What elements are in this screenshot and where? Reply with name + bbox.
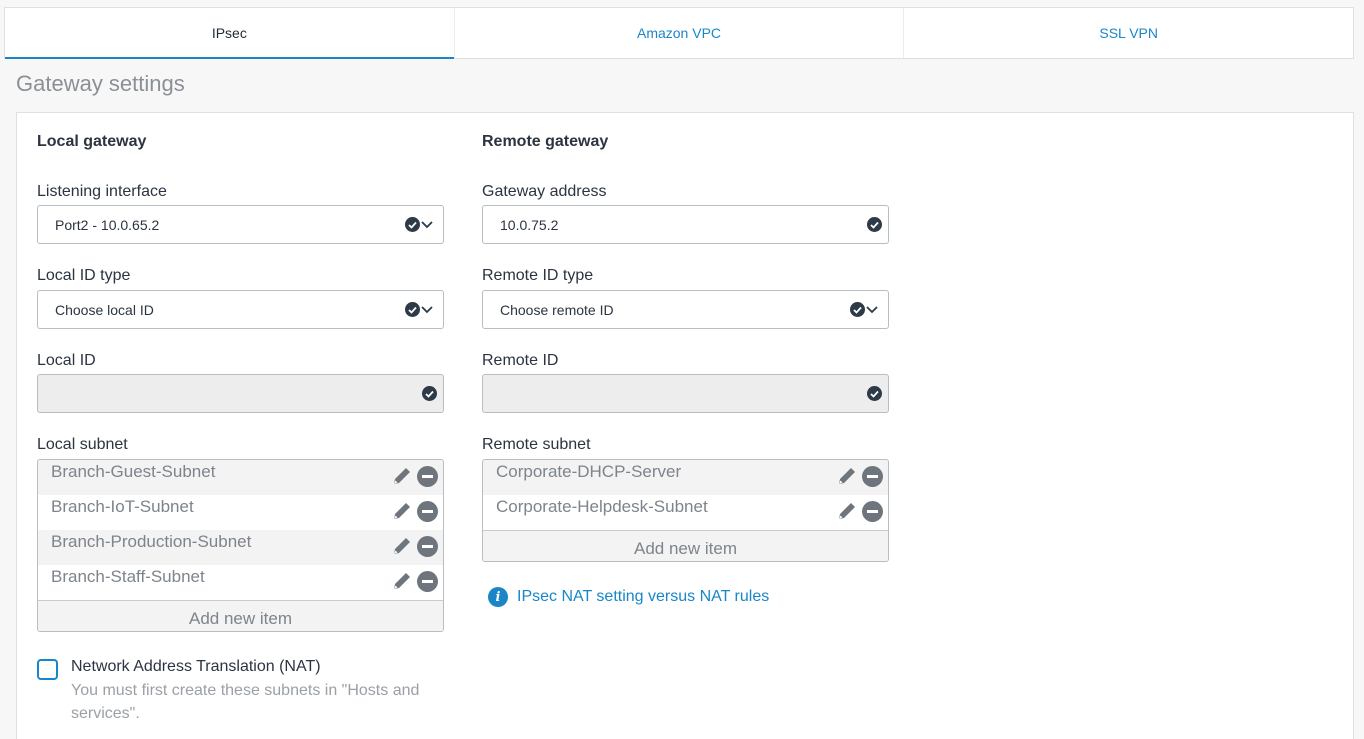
check-circle-icon xyxy=(850,302,865,317)
ipsec-nat-link-label: IPsec NAT setting versus NAT rules xyxy=(517,588,770,605)
pencil-icon[interactable] xyxy=(391,535,413,557)
tab-amazon-vpc[interactable]: Amazon VPC xyxy=(455,8,905,58)
gateway-address-label: Gateway address xyxy=(482,183,607,200)
list-item: Branch-Staff-Subnet xyxy=(38,565,443,600)
list-item-label: Branch-Guest-Subnet xyxy=(51,462,216,481)
minus-circle-icon[interactable] xyxy=(862,500,883,522)
remote-gateway-heading: Remote gateway xyxy=(482,133,609,150)
minus-circle-icon[interactable] xyxy=(862,465,883,487)
list-item: Branch-Guest-Subnet xyxy=(38,460,443,495)
chevron-down-icon xyxy=(866,305,878,313)
check-circle-icon xyxy=(867,217,882,232)
remote-id-type-select[interactable]: Choose remote ID xyxy=(482,290,889,329)
list-item-label: Corporate-Helpdesk-Subnet xyxy=(496,497,708,516)
pencil-icon[interactable] xyxy=(836,500,858,522)
pencil-icon[interactable] xyxy=(391,500,413,522)
chevron-down-icon xyxy=(421,220,433,228)
list-item: Corporate-DHCP-Server xyxy=(483,460,888,495)
remote-id-type-value: Choose remote ID xyxy=(500,301,614,318)
minus-circle-icon[interactable] xyxy=(417,570,438,592)
list-item-label: Corporate-DHCP-Server xyxy=(496,462,682,481)
remote-subnet-label: Remote subnet xyxy=(482,436,591,453)
info-icon: i xyxy=(488,587,508,607)
local-id-type-value: Choose local ID xyxy=(55,301,154,318)
ipsec-nat-info-link[interactable]: i IPsec NAT setting versus NAT rules xyxy=(488,587,769,607)
check-circle-icon xyxy=(405,217,420,232)
chevron-down-icon xyxy=(421,305,433,313)
local-subnet-list: Branch-Guest-Subnet Branch-IoT-Subnet Br… xyxy=(37,459,444,632)
nat-option: Network Address Translation (NAT) You mu… xyxy=(37,658,421,725)
listening-interface-value: Port2 - 10.0.65.2 xyxy=(55,216,160,233)
pencil-icon[interactable] xyxy=(391,570,413,592)
nat-checkbox[interactable] xyxy=(37,659,58,680)
list-item-label: Branch-Staff-Subnet xyxy=(51,567,205,586)
remote-id-label: Remote ID xyxy=(482,352,559,369)
remote-subnet-list: Corporate-DHCP-Server Corporate-Helpdesk… xyxy=(482,459,889,562)
remote-id-type-label: Remote ID type xyxy=(482,267,594,284)
local-id-type-select[interactable]: Choose local ID xyxy=(37,290,444,329)
local-subnet-add-button[interactable]: Add new item xyxy=(38,600,443,631)
check-circle-icon xyxy=(867,386,882,401)
local-id-type-label: Local ID type xyxy=(37,267,131,284)
tab-ssl-vpn[interactable]: SSL VPN xyxy=(904,8,1353,58)
local-id-input[interactable] xyxy=(37,374,444,413)
nat-label: Network Address Translation (NAT) xyxy=(71,658,321,675)
gateway-settings-panel: Local gateway Listening interface Port2 … xyxy=(16,112,1354,739)
local-id-label: Local ID xyxy=(37,352,96,369)
list-item: Branch-IoT-Subnet xyxy=(38,495,443,530)
pencil-icon[interactable] xyxy=(391,465,413,487)
tab-ipsec[interactable]: IPsec xyxy=(5,8,455,59)
minus-circle-icon[interactable] xyxy=(417,500,438,522)
listening-interface-label: Listening interface xyxy=(37,183,167,200)
minus-circle-icon[interactable] xyxy=(417,535,438,557)
local-subnet-label: Local subnet xyxy=(37,436,128,453)
gateway-address-value: 10.0.75.2 xyxy=(500,216,559,233)
nat-hint: You must first create these subnets in "… xyxy=(71,682,420,722)
check-circle-icon xyxy=(422,386,437,401)
section-title: Gateway settings xyxy=(16,71,185,96)
list-item: Branch-Production-Subnet xyxy=(38,530,443,565)
local-gateway-heading: Local gateway xyxy=(37,133,147,150)
remote-id-input[interactable] xyxy=(482,374,889,413)
remote-subnet-add-button[interactable]: Add new item xyxy=(483,530,888,561)
pencil-icon[interactable] xyxy=(836,465,858,487)
list-item: Corporate-Helpdesk-Subnet xyxy=(483,495,888,530)
list-item-label: Branch-Production-Subnet xyxy=(51,532,252,551)
check-circle-icon xyxy=(405,302,420,317)
list-item-label: Branch-IoT-Subnet xyxy=(51,497,194,516)
gateway-address-input[interactable]: 10.0.75.2 xyxy=(482,205,889,244)
minus-circle-icon[interactable] xyxy=(417,465,438,487)
listening-interface-select[interactable]: Port2 - 10.0.65.2 xyxy=(37,205,444,244)
tab-bar: IPsec Amazon VPC SSL VPN xyxy=(4,7,1354,59)
